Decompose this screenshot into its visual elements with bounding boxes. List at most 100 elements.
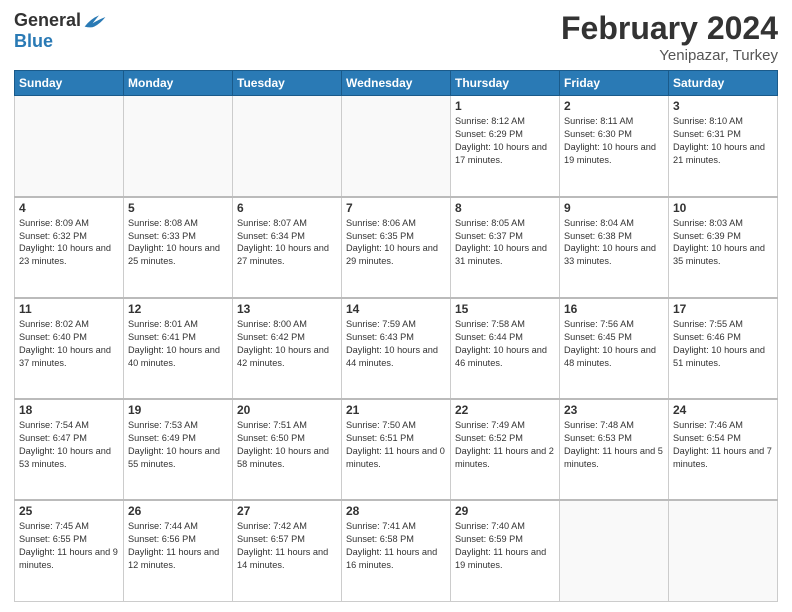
day-info: Sunrise: 7:40 AM Sunset: 6:59 PM Dayligh… <box>455 520 555 572</box>
day-number: 2 <box>564 99 664 113</box>
logo-general-text: General <box>14 10 81 31</box>
day-number: 18 <box>19 403 119 417</box>
calendar-cell <box>124 96 233 197</box>
day-number: 17 <box>673 302 773 316</box>
day-number: 14 <box>346 302 446 316</box>
calendar-location: Yenipazar, Turkey <box>561 47 778 64</box>
header: General Blue February 2024 Yenipazar, Tu… <box>14 10 778 64</box>
logo-bird-icon <box>83 11 107 31</box>
calendar-cell: 4Sunrise: 8:09 AM Sunset: 6:32 PM Daylig… <box>15 197 124 298</box>
calendar-cell <box>342 96 451 197</box>
day-info: Sunrise: 7:49 AM Sunset: 6:52 PM Dayligh… <box>455 419 555 471</box>
calendar-cell: 3Sunrise: 8:10 AM Sunset: 6:31 PM Daylig… <box>669 96 778 197</box>
day-info: Sunrise: 8:10 AM Sunset: 6:31 PM Dayligh… <box>673 115 773 167</box>
day-number: 25 <box>19 504 119 518</box>
day-number: 13 <box>237 302 337 316</box>
day-number: 15 <box>455 302 555 316</box>
day-number: 26 <box>128 504 228 518</box>
day-number: 12 <box>128 302 228 316</box>
calendar-cell <box>560 500 669 601</box>
calendar-cell: 10 Sunrise: 8:03 AM Sunset: 6:39 PM Dayli… <box>669 197 778 298</box>
week-row-3: 11Sunrise: 8:02 AM Sunset: 6:40 PM Dayli… <box>15 298 778 399</box>
day-header-monday: Monday <box>124 71 233 96</box>
day-number: 29 <box>455 504 555 518</box>
day-info: Sunrise: 7:45 AM Sunset: 6:55 PM Dayligh… <box>19 520 119 572</box>
day-number: 28 <box>346 504 446 518</box>
day-header-thursday: Thursday <box>451 71 560 96</box>
day-info: Sunrise: 8:08 AM Sunset: 6:33 PM Dayligh… <box>128 217 228 269</box>
day-number: 7 <box>346 201 446 215</box>
day-info: Sunrise: 7:59 AM Sunset: 6:43 PM Dayligh… <box>346 318 446 370</box>
calendar-cell: 9Sunrise: 8:04 AM Sunset: 6:38 PM Daylig… <box>560 197 669 298</box>
calendar-cell: 17 Sunrise: 7:55 AM Sunset: 6:46 PM Dayli… <box>669 298 778 399</box>
calendar-cell: 1 Sunrise: 8:12 AM Sunset: 6:29 PM Daylig… <box>451 96 560 197</box>
calendar-cell: 16Sunrise: 7:56 AM Sunset: 6:45 PM Dayli… <box>560 298 669 399</box>
calendar-cell: 5Sunrise: 8:08 AM Sunset: 6:33 PM Daylig… <box>124 197 233 298</box>
day-number: 6 <box>237 201 337 215</box>
calendar-cell: 8Sunrise: 8:05 AM Sunset: 6:37 PM Daylig… <box>451 197 560 298</box>
day-info: Sunrise: 7:51 AM Sunset: 6:50 PM Dayligh… <box>237 419 337 471</box>
week-row-1: 1 Sunrise: 8:12 AM Sunset: 6:29 PM Daylig… <box>15 96 778 197</box>
calendar-cell: 15 Sunrise: 7:58 AM Sunset: 6:44 PM Dayli… <box>451 298 560 399</box>
day-info: Sunrise: 7:50 AM Sunset: 6:51 PM Dayligh… <box>346 419 446 471</box>
day-number: 21 <box>346 403 446 417</box>
calendar-cell: 21 Sunrise: 7:50 AM Sunset: 6:51 PM Dayli… <box>342 399 451 500</box>
calendar-cell: 12 Sunrise: 8:01 AM Sunset: 6:41 PM Dayli… <box>124 298 233 399</box>
day-info: Sunrise: 8:12 AM Sunset: 6:29 PM Dayligh… <box>455 115 555 167</box>
calendar-table: SundayMondayTuesdayWednesdayThursdayFrid… <box>14 70 778 602</box>
calendar-cell: 11Sunrise: 8:02 AM Sunset: 6:40 PM Dayli… <box>15 298 124 399</box>
day-info: Sunrise: 7:55 AM Sunset: 6:46 PM Dayligh… <box>673 318 773 370</box>
calendar-cell: 27 Sunrise: 7:42 AM Sunset: 6:57 PM Dayli… <box>233 500 342 601</box>
day-header-sunday: Sunday <box>15 71 124 96</box>
day-number: 4 <box>19 201 119 215</box>
day-number: 27 <box>237 504 337 518</box>
day-info: Sunrise: 7:46 AM Sunset: 6:54 PM Dayligh… <box>673 419 773 471</box>
calendar-cell: 26Sunrise: 7:44 AM Sunset: 6:56 PM Dayli… <box>124 500 233 601</box>
week-row-2: 4Sunrise: 8:09 AM Sunset: 6:32 PM Daylig… <box>15 197 778 298</box>
day-number: 16 <box>564 302 664 316</box>
day-info: Sunrise: 8:11 AM Sunset: 6:30 PM Dayligh… <box>564 115 664 167</box>
calendar-cell: 7Sunrise: 8:06 AM Sunset: 6:35 PM Daylig… <box>342 197 451 298</box>
day-info: Sunrise: 8:07 AM Sunset: 6:34 PM Dayligh… <box>237 217 337 269</box>
day-info: Sunrise: 8:01 AM Sunset: 6:41 PM Dayligh… <box>128 318 228 370</box>
calendar-cell: 20 Sunrise: 7:51 AM Sunset: 6:50 PM Dayli… <box>233 399 342 500</box>
calendar-cell: 23 Sunrise: 7:48 AM Sunset: 6:53 PM Dayli… <box>560 399 669 500</box>
day-info: Sunrise: 8:00 AM Sunset: 6:42 PM Dayligh… <box>237 318 337 370</box>
calendar-title: February 2024 <box>561 10 778 47</box>
day-header-wednesday: Wednesday <box>342 71 451 96</box>
day-info: Sunrise: 7:48 AM Sunset: 6:53 PM Dayligh… <box>564 419 664 471</box>
day-info: Sunrise: 7:54 AM Sunset: 6:47 PM Dayligh… <box>19 419 119 471</box>
logo-blue-text: Blue <box>14 31 53 52</box>
week-row-4: 18 Sunrise: 7:54 AM Sunset: 6:47 PM Dayli… <box>15 399 778 500</box>
calendar-cell <box>669 500 778 601</box>
day-number: 10 <box>673 201 773 215</box>
calendar-cell: 29 Sunrise: 7:40 AM Sunset: 6:59 PM Dayli… <box>451 500 560 601</box>
calendar-cell: 28 Sunrise: 7:41 AM Sunset: 6:58 PM Dayli… <box>342 500 451 601</box>
day-number: 1 <box>455 99 555 113</box>
calendar-cell: 2 Sunrise: 8:11 AM Sunset: 6:30 PM Daylig… <box>560 96 669 197</box>
day-number: 23 <box>564 403 664 417</box>
day-info: Sunrise: 7:53 AM Sunset: 6:49 PM Dayligh… <box>128 419 228 471</box>
calendar-cell <box>233 96 342 197</box>
page: General Blue February 2024 Yenipazar, Tu… <box>0 0 792 612</box>
calendar-cell: 18 Sunrise: 7:54 AM Sunset: 6:47 PM Dayli… <box>15 399 124 500</box>
day-number: 20 <box>237 403 337 417</box>
day-number: 8 <box>455 201 555 215</box>
title-block: February 2024 Yenipazar, Turkey <box>561 10 778 64</box>
day-info: Sunrise: 8:02 AM Sunset: 6:40 PM Dayligh… <box>19 318 119 370</box>
day-number: 24 <box>673 403 773 417</box>
day-info: Sunrise: 7:42 AM Sunset: 6:57 PM Dayligh… <box>237 520 337 572</box>
day-number: 22 <box>455 403 555 417</box>
day-info: Sunrise: 7:58 AM Sunset: 6:44 PM Dayligh… <box>455 318 555 370</box>
calendar-cell: 14 Sunrise: 7:59 AM Sunset: 6:43 PM Dayli… <box>342 298 451 399</box>
day-info: Sunrise: 8:03 AM Sunset: 6:39 PM Dayligh… <box>673 217 773 269</box>
calendar-cell: 19Sunrise: 7:53 AM Sunset: 6:49 PM Dayli… <box>124 399 233 500</box>
day-number: 9 <box>564 201 664 215</box>
calendar-cell <box>15 96 124 197</box>
day-info: Sunrise: 7:41 AM Sunset: 6:58 PM Dayligh… <box>346 520 446 572</box>
days-header-row: SundayMondayTuesdayWednesdayThursdayFrid… <box>15 71 778 96</box>
calendar-cell: 6 Sunrise: 8:07 AM Sunset: 6:34 PM Daylig… <box>233 197 342 298</box>
day-header-saturday: Saturday <box>669 71 778 96</box>
week-row-5: 25 Sunrise: 7:45 AM Sunset: 6:55 PM Dayli… <box>15 500 778 601</box>
day-header-tuesday: Tuesday <box>233 71 342 96</box>
